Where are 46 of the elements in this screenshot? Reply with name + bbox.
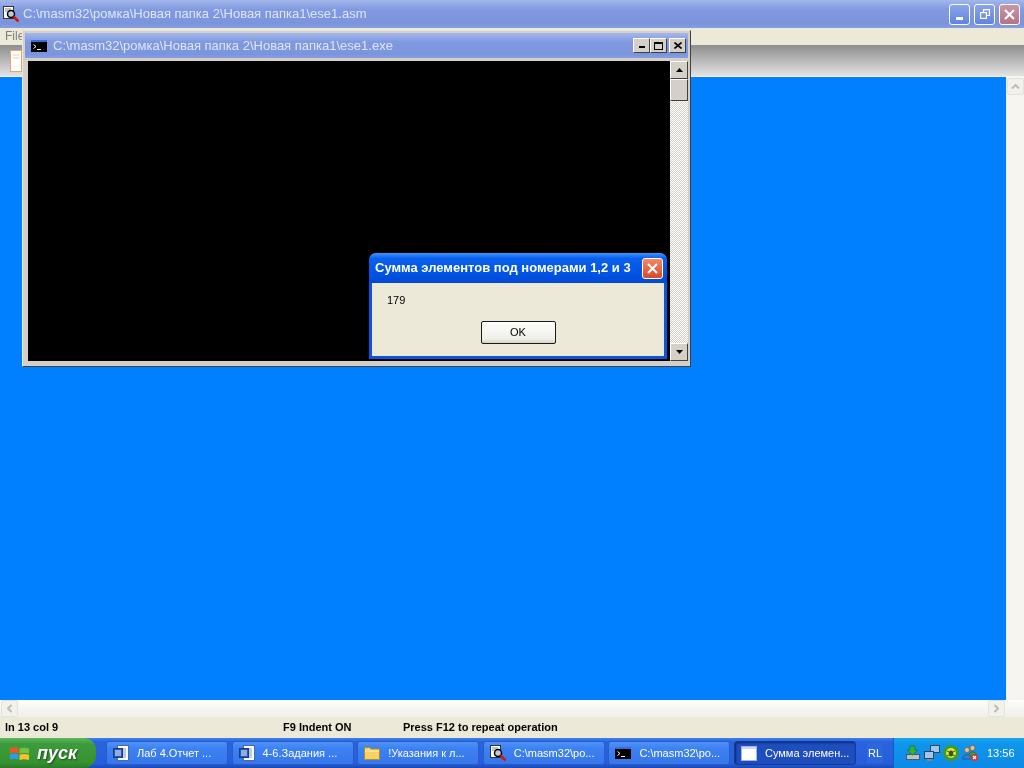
close-icon bbox=[1004, 8, 1015, 20]
status-text: ln 13 col 9 bbox=[5, 720, 60, 736]
clock: 13:56 bbox=[987, 745, 1015, 761]
computers-icon[interactable] bbox=[924, 745, 940, 761]
taskbar-button[interactable]: 4-6.Задания ... bbox=[231, 741, 354, 765]
vertical-scrollbar[interactable] bbox=[1006, 77, 1024, 700]
minimize-icon bbox=[956, 16, 963, 20]
taskbar-button[interactable]: C:\masm32\ро... bbox=[608, 741, 731, 765]
window-title: C:\masm32\ромка\Новая папка 2\Новая папка1\ese1.asm bbox=[23, 6, 367, 22]
users-icon[interactable] bbox=[962, 745, 978, 761]
triangle-up-icon bbox=[675, 68, 683, 72]
status-text: F9 Indent ON bbox=[283, 720, 353, 736]
folder-icon bbox=[364, 745, 381, 761]
console-icon bbox=[615, 747, 632, 759]
magnifier-icon bbox=[489, 745, 506, 761]
window-title: C:\masm32\ромка\Новая папка 2\Новая папка1\ese1.exe bbox=[53, 37, 393, 54]
window-icon bbox=[740, 745, 757, 761]
triangle-down-icon bbox=[675, 350, 683, 354]
chevron-right-icon bbox=[994, 704, 999, 713]
close-icon bbox=[647, 262, 658, 274]
scroll-thumb[interactable] bbox=[670, 79, 688, 101]
taskbar-button[interactable]: C:\masm32\ро... bbox=[482, 741, 605, 765]
magnifier-icon bbox=[3, 6, 19, 22]
chevron-left-icon bbox=[7, 704, 12, 713]
restore-icon bbox=[979, 9, 990, 19]
status-text: Press F12 to repeat operation bbox=[403, 720, 558, 736]
dialog-button[interactable]: OK bbox=[480, 321, 556, 344]
shield-icon[interactable] bbox=[943, 745, 959, 761]
page-icon[interactable] bbox=[10, 49, 22, 72]
document-icon bbox=[113, 745, 129, 761]
taskbar-button[interactable]: Сумма элемен... bbox=[733, 741, 856, 765]
message-text: 179 bbox=[387, 293, 406, 307]
document-icon bbox=[238, 745, 255, 761]
language-indicator[interactable]: RL bbox=[866, 742, 884, 764]
taskbar-button[interactable]: !Указания к л... bbox=[357, 741, 480, 765]
console-icon bbox=[31, 39, 47, 52]
flag-icon bbox=[10, 745, 29, 761]
taskbar-button[interactable]: Лаб 4.Отчет ... bbox=[106, 741, 228, 765]
vertical-scrollbar[interactable] bbox=[670, 61, 688, 361]
start-button[interactable]: пуск bbox=[0, 738, 96, 768]
close-icon bbox=[673, 42, 682, 49]
maximize-icon bbox=[654, 41, 663, 50]
dialog-title: Сумма элементов под номерами 1,2 и 3 bbox=[375, 260, 631, 276]
arrow-device-icon[interactable] bbox=[905, 745, 921, 761]
chevron-up-icon bbox=[1011, 84, 1020, 89]
scroll-down-button[interactable] bbox=[670, 343, 688, 361]
